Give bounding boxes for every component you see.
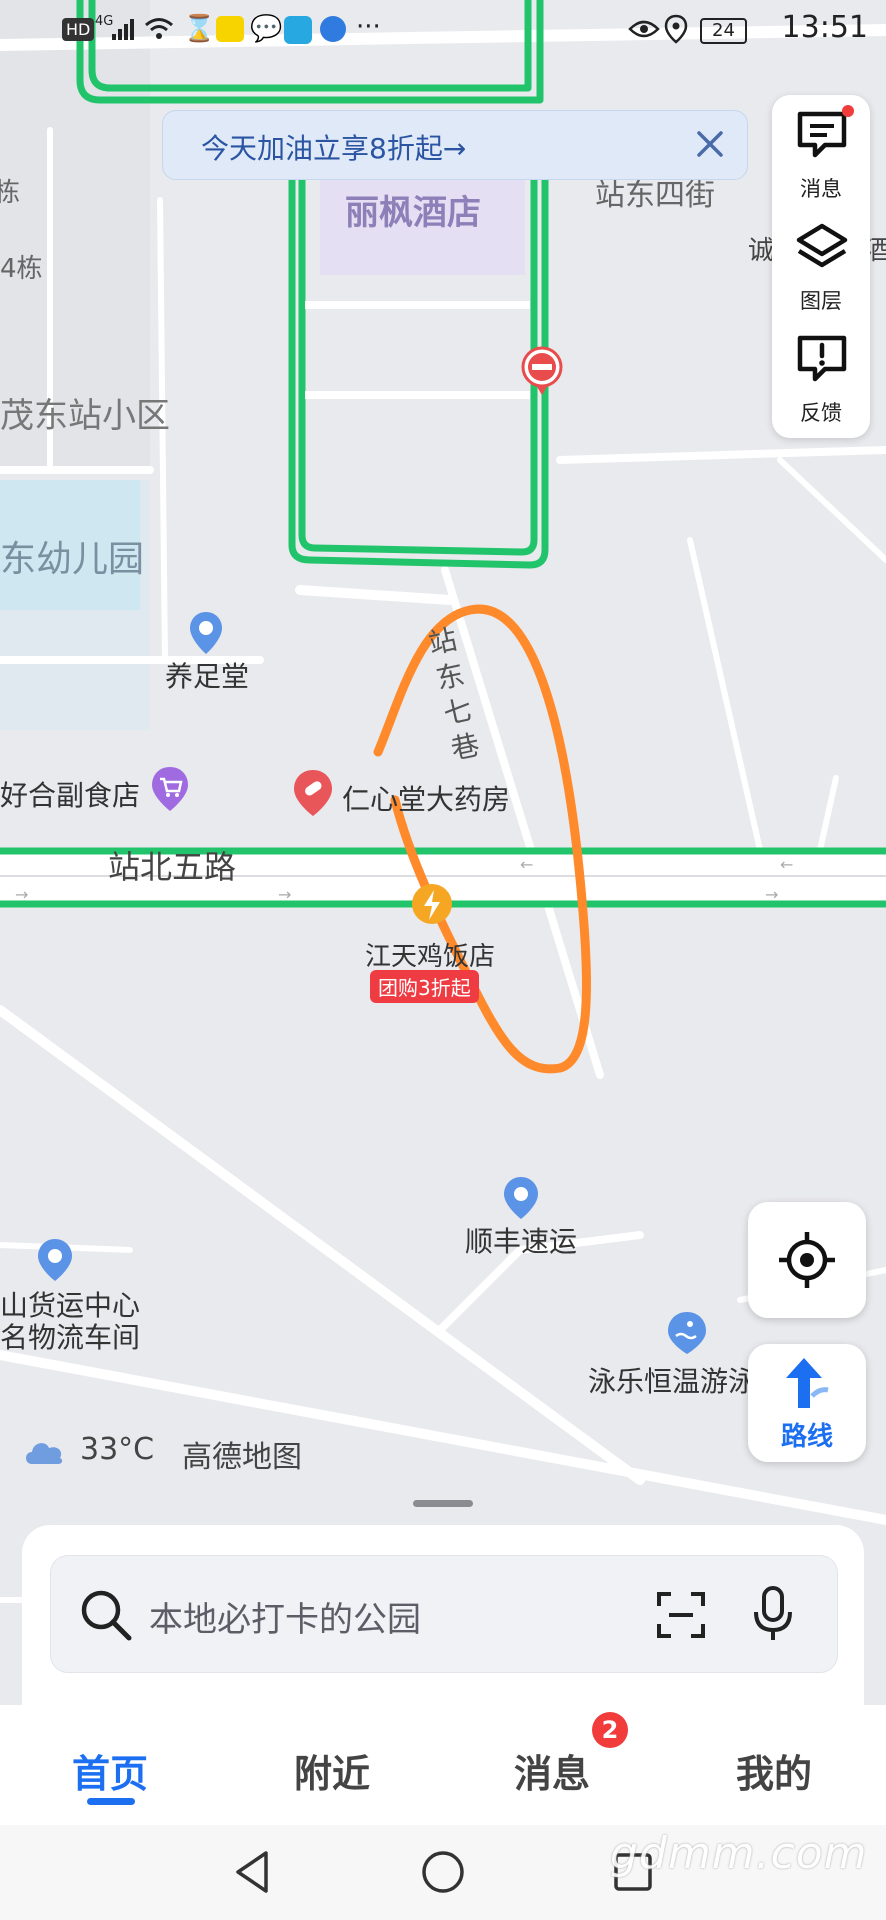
svg-text:→: →: [15, 885, 28, 904]
location-pin-icon[interactable]: [36, 1237, 74, 1283]
pharmacy-pin-icon[interactable]: [292, 768, 334, 818]
wechat-icon: 💬: [250, 14, 283, 44]
road-label-zhanbei-5: 站北五路: [108, 848, 237, 886]
eye-icon: [628, 20, 660, 38]
map-label-cheng: 诚: [748, 236, 775, 266]
search-icon: [81, 1590, 132, 1641]
battery-icon: 24: [700, 18, 747, 44]
sheet-drag-handle[interactable]: [413, 1500, 473, 1507]
gas-station-pin-icon[interactable]: [410, 882, 454, 932]
poi-foot-massage[interactable]: 养足堂: [165, 655, 249, 695]
community-label: 茂东站小区: [0, 396, 170, 436]
bulb-app-icon: [284, 16, 312, 44]
svg-text:→: →: [765, 885, 778, 904]
status-bar: HD 4G ⌛ 💬 ··· 24 13:51: [0, 0, 886, 60]
svg-text:←: ←: [780, 855, 793, 874]
route-label: 路线: [780, 1422, 833, 1452]
messages-label: 消息: [800, 177, 842, 201]
no-entry-icon[interactable]: [520, 345, 564, 397]
watermark-text: gdmm.com: [610, 1828, 868, 1879]
route-arrow-icon: [786, 1358, 829, 1408]
hotel-label[interactable]: 丽枫酒店: [345, 185, 481, 234]
layers-button[interactable]: 图层: [772, 207, 870, 317]
tab-messages[interactable]: 消息: [514, 1743, 590, 1798]
weather-temperature: 33°C: [80, 1432, 155, 1467]
poi-grocery[interactable]: 好合副食店: [0, 774, 140, 814]
app-notification-icon: [216, 16, 244, 42]
layers-label: 图层: [800, 289, 842, 313]
clock: 13:51: [781, 10, 868, 45]
layers-icon: [796, 223, 848, 268]
bottom-tab-bar: 首页 附近 消息 我的: [0, 1705, 886, 1825]
search-bar[interactable]: 本地必打卡的公园: [50, 1555, 838, 1673]
messages-button[interactable]: 消息: [772, 95, 870, 205]
map-side-panel: 消息 图层 反馈: [772, 95, 870, 438]
feedback-icon: [797, 335, 847, 382]
microphone-icon[interactable]: [751, 1586, 795, 1644]
signal-icon: [112, 19, 134, 40]
locate-button[interactable]: [748, 1202, 866, 1318]
swimming-pin-icon[interactable]: [666, 1310, 708, 1356]
svg-text:←: ←: [520, 855, 533, 874]
feedback-button[interactable]: 反馈: [772, 319, 870, 429]
poi-sf-express[interactable]: 顺丰速运: [465, 1220, 577, 1260]
promo-banner[interactable]: 今天加油立享8折起→: [162, 110, 748, 180]
hd-icon: HD: [62, 18, 95, 41]
globe-app-icon: [320, 16, 346, 42]
brand-label: 高德地图: [182, 1440, 302, 1475]
promo-banner-text[interactable]: 今天加油立享8折起→: [201, 127, 466, 167]
close-icon[interactable]: [687, 121, 733, 167]
messages-badge: 2: [592, 1712, 628, 1748]
active-tab-indicator: [87, 1798, 135, 1805]
map-label-dong: 栋: [0, 178, 21, 208]
hourglass-icon: ⌛: [183, 14, 216, 44]
unread-dot: [842, 105, 854, 117]
crosshair-icon: [779, 1232, 835, 1288]
poi-chicken-shop[interactable]: 江天鸡饭店: [365, 936, 495, 973]
groupbuy-tag[interactable]: 团购3折起: [370, 970, 479, 1003]
scan-icon[interactable]: [655, 1590, 707, 1640]
cloud-icon: [26, 1443, 63, 1464]
route-button[interactable]: 路线: [748, 1344, 866, 1462]
svg-text:→: →: [278, 885, 291, 904]
search-placeholder[interactable]: 本地必打卡的公园: [149, 1592, 421, 1641]
message-icon: [797, 111, 847, 158]
location-pin-icon[interactable]: [502, 1175, 540, 1221]
tab-profile[interactable]: 我的: [736, 1743, 812, 1798]
location-pin-icon[interactable]: [188, 610, 224, 656]
wifi-icon: [145, 18, 173, 39]
kindergarten-label[interactable]: 东幼儿园: [0, 530, 144, 582]
more-notifications-icon: ···: [356, 12, 381, 42]
back-icon[interactable]: [232, 1849, 274, 1895]
home-icon[interactable]: [420, 1849, 466, 1895]
tab-home[interactable]: 首页: [72, 1743, 148, 1798]
poi-pharmacy[interactable]: 仁心堂大药房: [342, 778, 510, 818]
shopping-cart-icon[interactable]: [150, 765, 190, 813]
feedback-label: 反馈: [800, 401, 842, 425]
poi-swimming[interactable]: 泳乐恒温游泳: [588, 1360, 766, 1400]
map-label-building4: 4栋: [0, 254, 43, 284]
location-icon: [664, 14, 688, 44]
tab-nearby[interactable]: 附近: [294, 1743, 370, 1798]
poi-freight-center-line2[interactable]: 名物流车间: [0, 1316, 140, 1356]
